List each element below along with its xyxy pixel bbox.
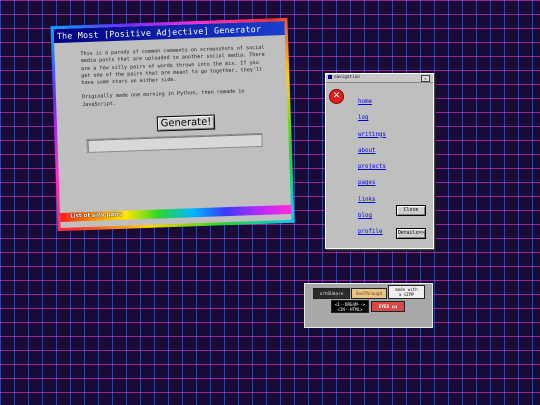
window-menu-icon[interactable] — [328, 74, 332, 79]
nav-item-home: home — [358, 88, 386, 105]
generator-origin-note: Originally made one morning in Python, t… — [81, 88, 245, 108]
generator-body: This is a parody of common comments on s… — [54, 35, 289, 154]
nav-item-projects: projects — [358, 153, 386, 170]
nav-item-about: about — [358, 137, 386, 154]
badge-eyes-label: EYES — [378, 305, 390, 310]
generator-description: This is a parody of common comments on s… — [80, 44, 265, 87]
close-button[interactable]: Close — [396, 205, 426, 216]
nav-item-links: links — [358, 186, 386, 203]
navigation-links: home log writings about projects pages l… — [358, 88, 386, 235]
nav-item-writings: writings — [358, 121, 386, 138]
generator-output-field — [86, 132, 263, 154]
nav-link-profile[interactable]: profile — [358, 229, 382, 235]
generator-window-frame: The Most [Positive Adjective] Generator … — [50, 17, 295, 232]
badge-eyes[interactable]: EYES ◐◑ — [371, 301, 405, 312]
error-icon: ✕ — [329, 89, 344, 104]
generator-window: The Most [Positive Adjective] Generator … — [53, 21, 292, 228]
nav-item-log: log — [358, 104, 386, 121]
badge-dream-in-html[interactable]: <I--DREAM--> <IN--HTML> — [331, 300, 369, 313]
navigation-title-bar: navigation ✕ — [326, 74, 433, 83]
badge-seethrough[interactable]: SeeThrough — [351, 288, 387, 299]
badge-panel: arhOUmare SeeThrough made with a GIMP <I… — [304, 283, 433, 328]
silly-pairs-link[interactable]: List of silly pairs — [70, 211, 122, 222]
badge-1[interactable]: arhOUmare — [313, 288, 350, 299]
nav-item-blog: blog — [358, 202, 386, 219]
nav-item-profile: profile — [358, 218, 386, 235]
navigation-window: navigation ✕ ✕ home log writings about p… — [325, 73, 434, 249]
close-icon[interactable]: ✕ — [421, 75, 430, 82]
details-button[interactable]: Details>> — [396, 228, 426, 239]
badge-made-with-gimp[interactable]: made with a GIMP — [388, 285, 425, 299]
navigation-title: navigation — [334, 75, 360, 80]
generate-button[interactable]: Generate! — [156, 114, 216, 132]
eyes-icon: ◐◑ — [391, 305, 398, 310]
badge-gimp-line2: a GIMP — [398, 292, 415, 297]
badge-dream-line2: <IN--HTML> — [337, 307, 363, 312]
nav-item-pages: pages — [358, 169, 386, 186]
